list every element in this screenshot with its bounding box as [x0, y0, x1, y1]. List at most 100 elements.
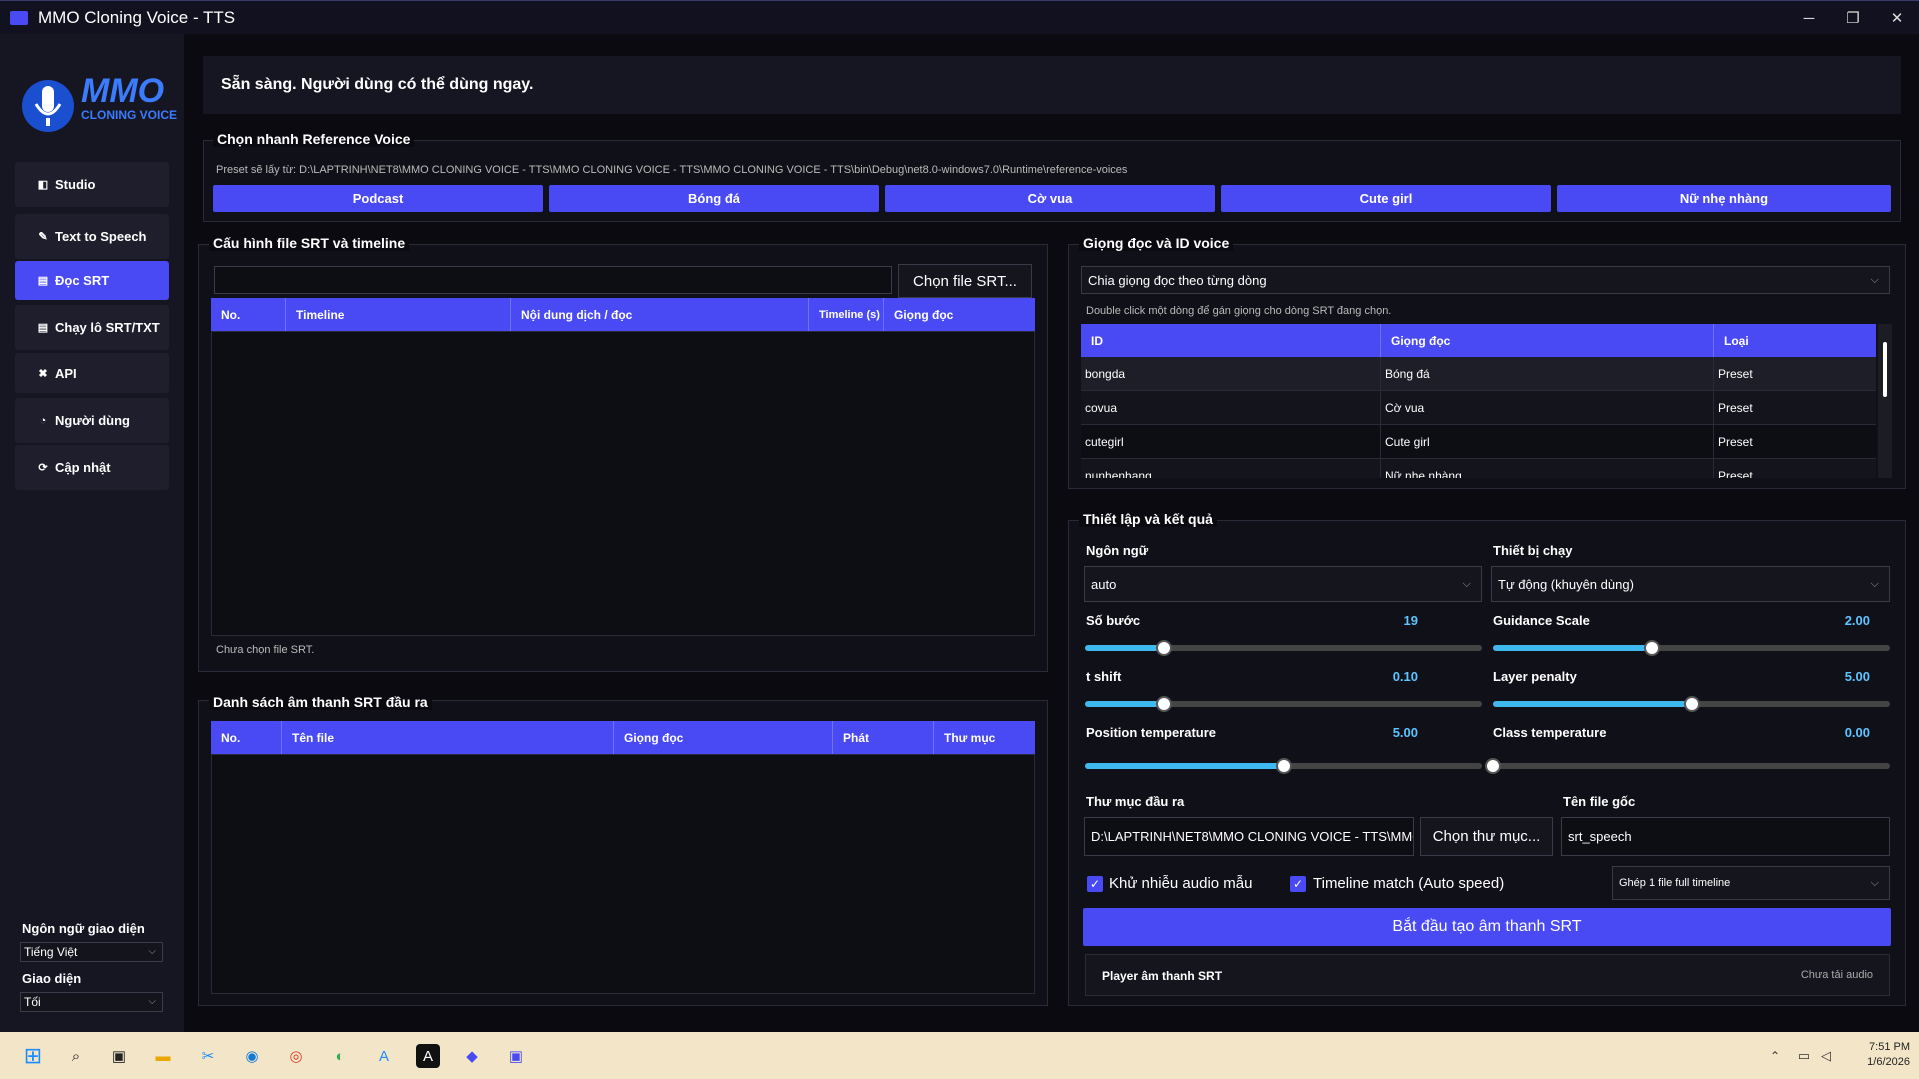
mmo-app-icon[interactable]: ▣ [504, 1044, 528, 1068]
sidebar-item-label: Chạy lô SRT/TXT [55, 320, 160, 335]
slider-knob[interactable] [1485, 758, 1501, 774]
cell-type: Preset [1718, 468, 1753, 479]
srt-player[interactable]: Player âm thanh SRT Chưa tải audio [1085, 954, 1890, 996]
chevron-down-icon: ⌵ [1870, 577, 1879, 590]
scrollbar-thumb[interactable] [1883, 342, 1887, 397]
srt-file-path-input[interactable] [214, 266, 892, 294]
choose-srt-button[interactable]: Chọn file SRT... [898, 264, 1032, 298]
output-table-body[interactable] [211, 754, 1035, 994]
slider-label: Số bước [1086, 613, 1141, 628]
col-voice: Giọng đọc [894, 307, 954, 322]
sidebar-item-users[interactable]: ◔ Người dùng [15, 398, 169, 443]
volume-icon[interactable]: ◁ [1814, 1044, 1838, 1068]
table-row[interactable]: covua Cờ vua Preset [1081, 391, 1876, 425]
table-row[interactable]: cutegirl Cute girl Preset [1081, 425, 1876, 459]
slider-value: 0.00 [1844, 725, 1870, 740]
cell-type: Preset [1718, 434, 1753, 449]
slider-fill [1085, 645, 1165, 651]
sidebar-item-api[interactable]: ✖ API [15, 353, 169, 393]
logo-subtext: CLONING VOICE [81, 108, 178, 122]
slider-fill [1085, 763, 1284, 769]
sidebar-item-batch[interactable]: ▤ Chạy lô SRT/TXT [15, 305, 169, 350]
slider-knob[interactable] [1275, 758, 1292, 774]
chrome-icon[interactable]: ◎ [284, 1044, 308, 1068]
preset-bongda-button[interactable]: Bóng đá [549, 185, 879, 212]
chevron-down-icon: ⌵ [1870, 876, 1879, 889]
app-a-icon[interactable]: A [372, 1044, 396, 1068]
batch-icon: ▤ [37, 322, 49, 334]
preset-podcast-button[interactable]: Podcast [213, 185, 543, 212]
close-icon[interactable]: ✕ [1875, 1, 1919, 35]
device-select[interactable]: Tự động (khuyên dùng) ⌵ [1491, 566, 1890, 602]
merge-mode-value: Ghép 1 file full timeline [1619, 877, 1731, 889]
slider-track[interactable] [1493, 696, 1890, 712]
preset-nunhenhang-button[interactable]: Nữ nhẹ nhàng [1557, 185, 1891, 212]
edge-icon[interactable]: ◉ [240, 1044, 264, 1068]
table-row[interactable]: nunhenhang Nữ nhẹ nhàng Preset [1081, 459, 1876, 478]
slider-knob[interactable] [1643, 640, 1660, 656]
settings-title: Thiết lập và kết quả [1079, 511, 1217, 527]
col-voice: Giọng đọc [1381, 324, 1714, 357]
preset-covua-button[interactable]: Cờ vua [885, 185, 1215, 212]
slider-track[interactable] [1493, 640, 1890, 656]
network-icon[interactable]: ▭ [1792, 1044, 1816, 1068]
coccoc-icon[interactable]: ◐ [328, 1044, 352, 1068]
task-view-icon[interactable]: ▣ [107, 1044, 131, 1068]
sidebar-item-doc-srt[interactable]: ▤ Đọc SRT [15, 261, 169, 300]
clock-date: 1/6/2026 [1867, 1056, 1910, 1068]
denoise-checkbox[interactable]: ✓ [1087, 876, 1103, 892]
cell-type: Preset [1718, 366, 1753, 381]
theme-value: Tối [24, 995, 41, 1009]
start-srt-button[interactable]: Bắt đầu tạo âm thanh SRT [1083, 908, 1891, 946]
slider-value: 5.00 [1844, 669, 1870, 684]
language-select[interactable]: auto ⌵ [1084, 566, 1482, 602]
srt-icon: ▤ [37, 275, 49, 287]
player-label: Player âm thanh SRT [1102, 969, 1223, 983]
cell-voice: Cute girl [1381, 425, 1714, 458]
table-row[interactable]: bongda Bóng đá Preset [1081, 357, 1876, 391]
base-name-input[interactable]: srt_speech [1561, 817, 1890, 856]
output-dir-input[interactable]: D:\LAPTRINH\NET8\MMO CLONING VOICE - TTS… [1084, 817, 1414, 856]
device-value: Tự động (khuyên dùng) [1498, 576, 1634, 592]
slider-track[interactable] [1085, 640, 1482, 656]
app-dark-a-icon[interactable]: A [416, 1044, 440, 1068]
voice-mode-select[interactable]: Chia giọng đọc theo từng dòng ⌵ [1081, 266, 1890, 294]
search-icon[interactable]: ⌕ [64, 1044, 88, 1068]
timeline-match-checkbox[interactable]: ✓ [1290, 876, 1306, 892]
slider-track[interactable] [1085, 696, 1482, 712]
app-chat-icon[interactable]: ◆ [460, 1044, 484, 1068]
slider-knob[interactable] [1683, 696, 1700, 712]
file-explorer-icon[interactable]: ▬ [151, 1044, 175, 1068]
minimize-icon[interactable]: ─ [1787, 1, 1831, 35]
srt-status: Chưa chọn file SRT. [216, 644, 315, 656]
output-table-header: No. Tên file Giọng đọc Phát Thư mục [211, 721, 1035, 754]
theme-select[interactable]: Tối ⌵ [20, 992, 163, 1012]
language-value: auto [1091, 576, 1117, 592]
col-id: ID [1081, 324, 1381, 357]
merge-mode-select[interactable]: Ghép 1 file full timeline ⌵ [1612, 866, 1890, 900]
srt-table-body[interactable] [211, 331, 1035, 636]
taskbar-clock[interactable]: 7:51 PM 1/6/2026 [1840, 1041, 1910, 1068]
col-no: No. [211, 298, 286, 331]
choose-dir-button[interactable]: Chọn thư mục... [1420, 817, 1553, 856]
user-icon: ◔ [39, 414, 47, 427]
srt-table-header: No. Timeline Nội dung dịch / đọc Timelin… [211, 298, 1035, 331]
col-timeline: Timeline [286, 298, 511, 331]
snipping-tool-icon[interactable]: ✂ [196, 1044, 220, 1068]
voice-scrollbar[interactable] [1878, 324, 1892, 478]
ui-language-select[interactable]: Tiếng Việt ⌵ [20, 942, 163, 962]
chevron-up-icon[interactable]: ⌃ [1763, 1044, 1787, 1068]
cell-voice: Bóng đá [1381, 357, 1714, 390]
restore-icon[interactable]: ❐ [1831, 1, 1875, 35]
preset-cutegirl-button[interactable]: Cute girl [1221, 185, 1551, 212]
sidebar-item-text-to-speech[interactable]: ✎ Text to Speech [15, 214, 169, 259]
slider-track[interactable] [1085, 758, 1482, 774]
cell-id: bongda [1081, 357, 1381, 390]
slider-fill [1493, 645, 1652, 651]
slider-track[interactable] [1485, 758, 1890, 774]
cell-type: Preset [1718, 400, 1753, 415]
windows-start-icon[interactable]: ⊞ [21, 1043, 45, 1068]
voice-mode-value: Chia giọng đọc theo từng dòng [1088, 272, 1267, 288]
sidebar-item-update[interactable]: ⟳ Cập nhật [15, 445, 169, 490]
sidebar-item-studio[interactable]: ◧ Studio [15, 162, 169, 207]
